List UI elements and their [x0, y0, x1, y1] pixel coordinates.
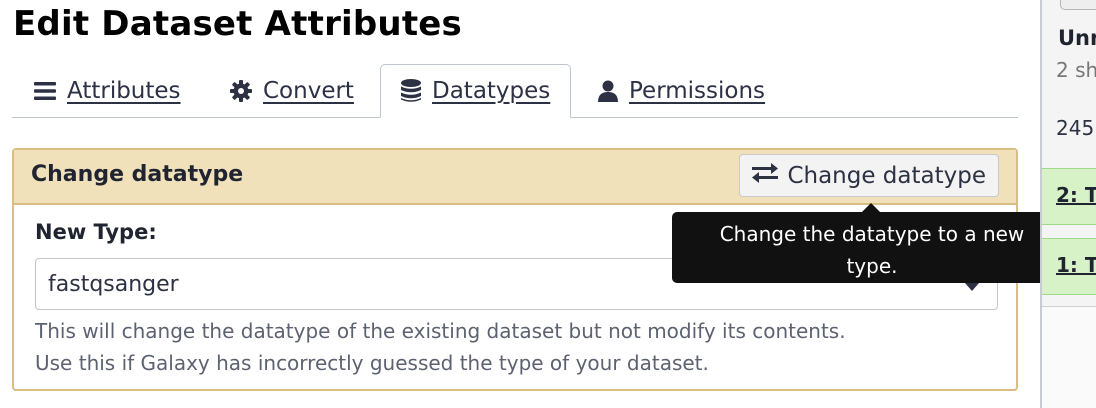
- tab-label: Convert: [263, 77, 354, 104]
- tab-label: Datatypes: [432, 78, 551, 104]
- history-item-title[interactable]: 1: T: [1056, 253, 1096, 277]
- history-options-button[interactable]: [1060, 0, 1096, 10]
- tab-label: Attributes: [67, 77, 181, 104]
- database-icon: [401, 79, 421, 103]
- help-text-line: Use this if Galaxy has incorrectly guess…: [35, 351, 709, 375]
- tab-label: Permissions: [629, 77, 766, 104]
- selected-type-value: fastqsanger: [48, 271, 179, 297]
- history-empty-area: [1042, 306, 1096, 408]
- history-panel: Unn 2 sh 245 2: T 1: T: [1042, 0, 1096, 408]
- page-title: Edit Dataset Attributes: [13, 4, 462, 44]
- gear-icon: [230, 79, 252, 102]
- history-item[interactable]: 1: T: [1042, 238, 1096, 295]
- card-title: Change datatype: [31, 162, 244, 187]
- change-datatype-button-label: Change datatype: [787, 162, 986, 189]
- new-type-label: New Type:: [35, 220, 157, 244]
- tab-attributes[interactable]: Attributes: [34, 64, 181, 117]
- tab-convert[interactable]: Convert: [230, 64, 354, 117]
- history-subtitle: 2 sh: [1056, 58, 1096, 82]
- tab-permissions[interactable]: Permissions: [598, 64, 765, 117]
- bars-icon: [34, 81, 56, 101]
- main-panel: Edit Dataset Attributes Attributes Conve…: [0, 0, 1072, 408]
- tab-datatypes[interactable]: Datatypes: [380, 64, 572, 118]
- history-item[interactable]: 2: T: [1042, 168, 1096, 225]
- history-item-title[interactable]: 2: T: [1056, 183, 1096, 207]
- history-name[interactable]: Unn: [1058, 26, 1096, 50]
- card-header: Change datatype Change datatype: [14, 150, 1016, 205]
- chevron-down-icon: [965, 283, 979, 291]
- help-text: This will change the datatype of the exi…: [35, 315, 1005, 379]
- tab-bar: Attributes Convert Datatypes Permissions: [12, 64, 1018, 118]
- help-text-line: This will change the datatype of the exi…: [35, 319, 846, 343]
- user-icon: [598, 80, 618, 102]
- history-size: 245: [1056, 116, 1095, 140]
- exchange-icon: [752, 162, 779, 189]
- change-datatype-button[interactable]: Change datatype: [739, 154, 999, 197]
- change-datatype-tooltip: Change the datatype to a new type.: [672, 203, 1072, 283]
